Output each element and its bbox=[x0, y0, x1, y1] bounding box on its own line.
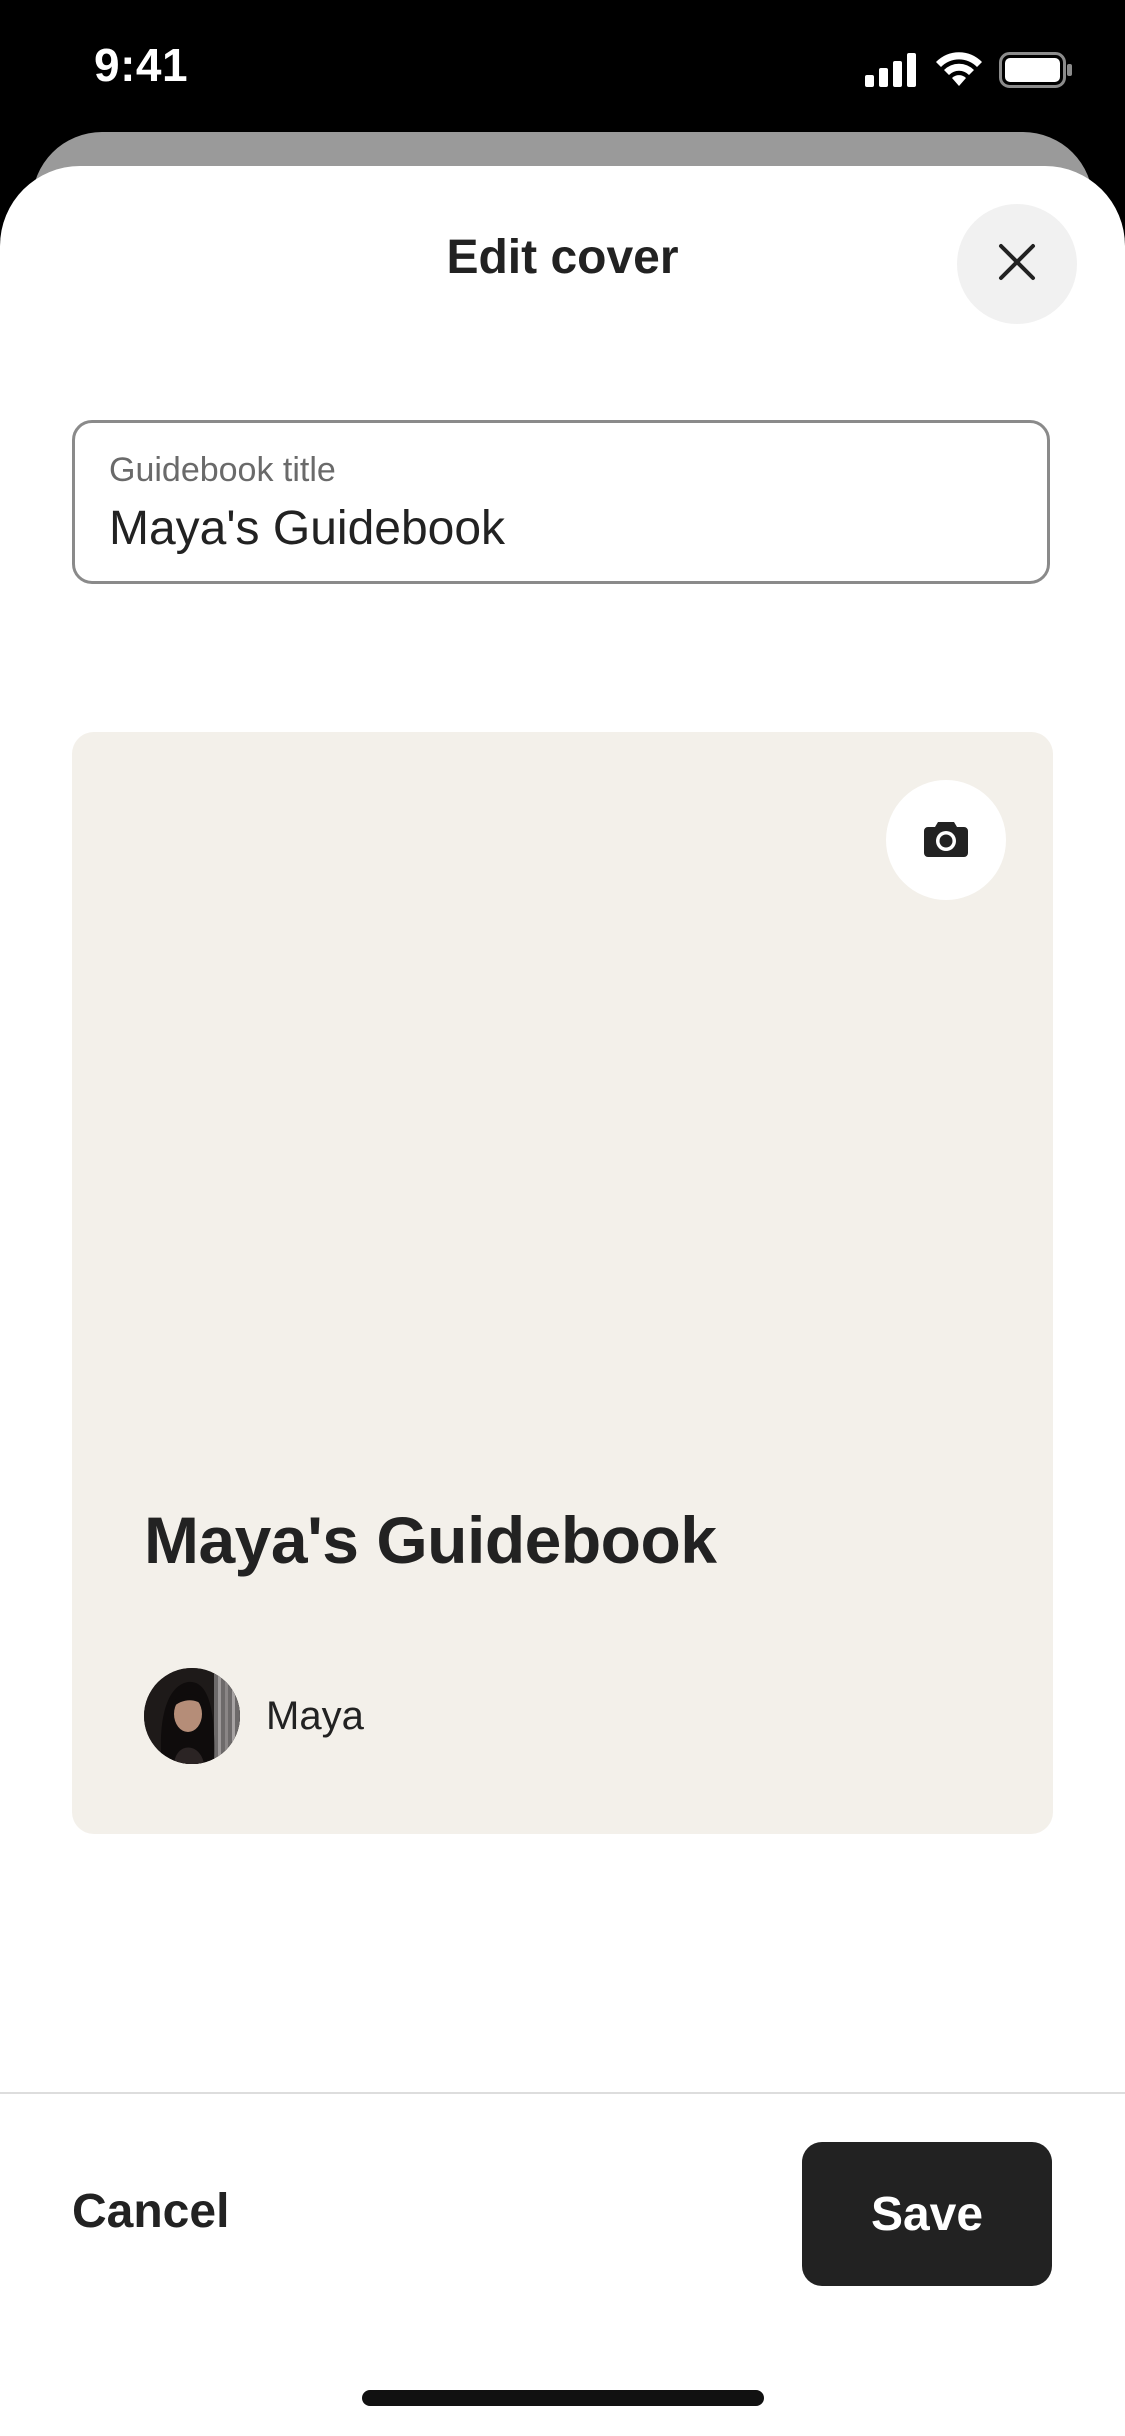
status-icons bbox=[865, 52, 1073, 88]
guidebook-title-field[interactable]: Guidebook title Maya's Guidebook bbox=[72, 420, 1050, 584]
home-indicator bbox=[362, 2390, 764, 2406]
change-cover-photo-button[interactable] bbox=[886, 780, 1006, 900]
screen: 9:41 Edit cover Guidebook title Maya's G… bbox=[0, 0, 1125, 2436]
battery-icon bbox=[999, 52, 1073, 88]
close-button[interactable] bbox=[957, 204, 1077, 324]
edit-cover-sheet: Edit cover Guidebook title Maya's Guideb… bbox=[0, 166, 1125, 2436]
cover-preview-card: Maya's Guidebook Maya bbox=[72, 732, 1053, 1834]
save-button[interactable]: Save bbox=[802, 2142, 1052, 2286]
guidebook-title-input[interactable]: Maya's Guidebook bbox=[109, 501, 505, 556]
author-name: Maya bbox=[266, 1693, 364, 1738]
guidebook-title-label: Guidebook title bbox=[109, 451, 336, 489]
wifi-icon bbox=[935, 52, 983, 88]
status-time: 9:41 bbox=[94, 39, 189, 91]
footer-divider bbox=[0, 2092, 1125, 2094]
camera-icon bbox=[924, 819, 968, 862]
avatar bbox=[144, 1668, 240, 1764]
close-icon bbox=[997, 242, 1037, 287]
cancel-button[interactable]: Cancel bbox=[72, 2172, 229, 2252]
status-bar: 9:41 bbox=[0, 0, 1125, 132]
author-row: Maya bbox=[144, 1668, 364, 1764]
sheet-title: Edit cover bbox=[446, 231, 679, 284]
cellular-signal-icon bbox=[865, 53, 919, 87]
cover-title: Maya's Guidebook bbox=[144, 1503, 717, 1577]
